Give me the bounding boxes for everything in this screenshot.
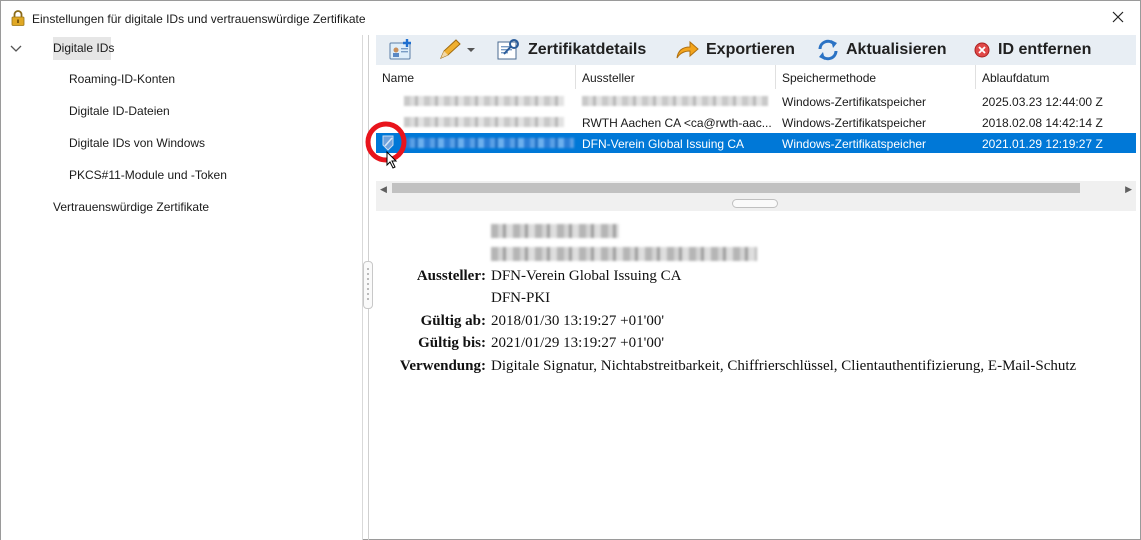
category-tree: Digitale IDs Roaming-ID-Konten Digitale … bbox=[1, 35, 363, 540]
horizontal-splitter[interactable] bbox=[376, 195, 1136, 211]
cell-name-redacted bbox=[398, 133, 576, 153]
certificate-details-panel: Aussteller: DFN-Verein Global Issuing CA… bbox=[376, 211, 1136, 539]
valid-from-value: 2018/01/30 13:19:27 +01'00' bbox=[491, 313, 665, 329]
subject-org-redacted bbox=[491, 247, 757, 266]
window-title: Einstellungen für digitale IDs und vertr… bbox=[32, 12, 366, 26]
table-row-selected[interactable]: DFN-Verein Global Issuing CA Windows-Zer… bbox=[376, 133, 1136, 153]
nav-item-label: Digitale IDs bbox=[53, 41, 115, 55]
refresh-icon bbox=[818, 39, 838, 61]
add-id-icon bbox=[389, 39, 411, 60]
usage-label: Verwendung: bbox=[399, 358, 486, 374]
valid-to-value: 2021/01/29 13:19:27 +01'00' bbox=[491, 335, 665, 351]
add-id-button[interactable] bbox=[388, 35, 414, 65]
scroll-left-icon[interactable]: ◀ bbox=[380, 184, 387, 195]
export-label: Exportieren bbox=[706, 41, 795, 58]
cell-expiry: 2021.01.29 12:19:27 Z bbox=[982, 137, 1103, 151]
issuer-value-line2: DFN-PKI bbox=[491, 290, 551, 306]
table-row[interactable]: RWTH Aachen CA <ca@rwth-aac... Windows-Z… bbox=[376, 112, 1136, 132]
column-header-storage[interactable]: Speichermethode bbox=[776, 65, 976, 89]
valid-to-label: Gültig bis: bbox=[418, 335, 486, 351]
column-header-expiry[interactable]: Ablaufdatum bbox=[976, 65, 1136, 89]
certificate-details-icon bbox=[497, 39, 519, 60]
nav-item-roaming-id-konten[interactable]: Roaming-ID-Konten bbox=[69, 72, 175, 86]
refresh-button[interactable]: Aktualisieren bbox=[816, 35, 946, 65]
title-bar: Einstellungen für digitale IDs und vertr… bbox=[1, 1, 1140, 35]
refresh-label: Aktualisieren bbox=[846, 41, 947, 58]
column-header-name[interactable]: Name bbox=[376, 65, 576, 89]
nav-item-vertrauenswuerdige-zertifikate[interactable]: Vertrauenswürdige Zertifikate bbox=[53, 200, 209, 214]
lock-icon bbox=[11, 10, 25, 26]
nav-item-label: PKCS#11-Module und -Token bbox=[69, 168, 227, 182]
scrollbar-thumb[interactable] bbox=[392, 183, 1080, 193]
remove-id-button[interactable]: ID entfernen bbox=[972, 35, 1091, 65]
nav-item-digitale-id-dateien[interactable]: Digitale ID-Dateien bbox=[69, 104, 170, 118]
cell-issuer: DFN-Verein Global Issuing CA bbox=[582, 137, 745, 151]
column-header-issuer[interactable]: Aussteller bbox=[576, 65, 776, 89]
cell-expiry: 2018.02.08 14:42:14 Z bbox=[982, 116, 1103, 130]
subject-name-redacted bbox=[491, 224, 619, 243]
cell-storage: Windows-Zertifikatspeicher bbox=[782, 116, 927, 130]
cell-issuer: RWTH Aachen CA <ca@rwth-aac... bbox=[582, 116, 772, 130]
cell-storage: Windows-Zertifikatspeicher bbox=[782, 137, 927, 151]
nav-item-pkcs11-module[interactable]: PKCS#11-Module und -Token bbox=[69, 168, 227, 182]
dialog-window: Einstellungen für digitale IDs und vertr… bbox=[0, 0, 1141, 540]
vertical-splitter-handle[interactable] bbox=[363, 261, 373, 309]
table-row[interactable]: Windows-Zertifikatspeicher 2025.03.23 12… bbox=[376, 91, 1136, 111]
nav-item-label: Vertrauenswürdige Zertifikate bbox=[53, 200, 210, 214]
usage-value: Digitale Signatur, Nichtabstreitbarkeit,… bbox=[491, 358, 1077, 374]
remove-id-label: ID entfernen bbox=[998, 41, 1092, 58]
cell-storage: Windows-Zertifikatspeicher bbox=[782, 95, 927, 109]
cell-name-redacted bbox=[398, 91, 576, 111]
horizontal-scrollbar[interactable]: ◀ ▶ bbox=[376, 181, 1136, 195]
table-header: Name Aussteller Speichermethode Ablaufda… bbox=[376, 65, 1136, 89]
nav-item-digitale-ids[interactable]: Digitale IDs bbox=[53, 37, 115, 60]
splitter-handle[interactable] bbox=[732, 199, 778, 208]
nav-item-digitale-ids-windows[interactable]: Digitale IDs von Windows bbox=[69, 136, 205, 150]
export-arrow-icon bbox=[676, 40, 699, 59]
pencil-icon bbox=[440, 39, 475, 59]
certificate-details-button[interactable]: Zertifikatdetails bbox=[496, 35, 646, 65]
issuer-label: Aussteller: bbox=[416, 268, 486, 284]
valid-from-label: Gültig ab: bbox=[420, 313, 486, 329]
nav-item-label: Digitale ID-Dateien bbox=[69, 104, 170, 118]
digital-id-table: Name Aussteller Speichermethode Ablaufda… bbox=[365, 65, 1136, 195]
chevron-down-icon[interactable] bbox=[9, 44, 23, 54]
mouse-cursor-icon bbox=[386, 151, 398, 169]
nav-item-label: Roaming-ID-Konten bbox=[69, 72, 176, 86]
certificate-details-label: Zertifikatdetails bbox=[528, 41, 647, 58]
cell-name-redacted bbox=[398, 112, 576, 132]
cell-issuer-redacted bbox=[576, 91, 776, 111]
nav-item-label: Digitale IDs von Windows bbox=[69, 136, 206, 150]
cell-expiry: 2025.03.23 12:44:00 Z bbox=[982, 95, 1103, 109]
remove-icon bbox=[974, 42, 990, 58]
edit-button[interactable] bbox=[436, 35, 476, 65]
scroll-right-icon[interactable]: ▶ bbox=[1125, 184, 1132, 195]
toolbar: Zertifikatdetails Exportieren Aktualisie… bbox=[376, 35, 1136, 65]
export-button[interactable]: Exportieren bbox=[674, 35, 795, 65]
close-icon[interactable] bbox=[1110, 9, 1126, 25]
issuer-value: DFN-Verein Global Issuing CA bbox=[491, 268, 682, 284]
